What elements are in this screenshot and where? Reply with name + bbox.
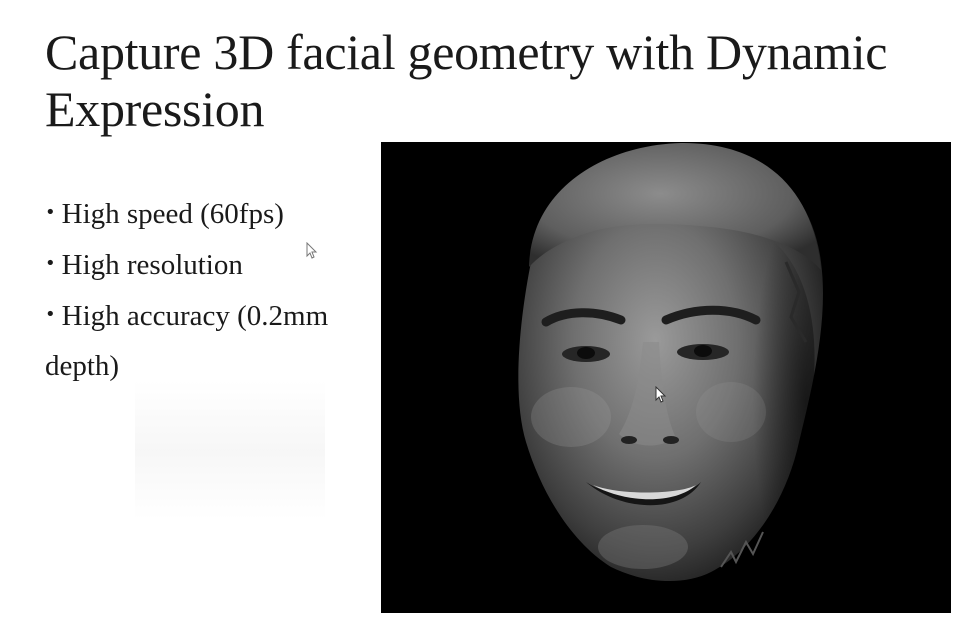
bullet-list: • High speed (60fps) • High resolution • Hi… [45,188,385,391]
bullet-text: High accuracy (0.2mm depth) [45,300,329,382]
mouse-pointer-icon [306,242,318,259]
mouse-pointer-icon [655,386,667,403]
slide-title: Capture 3D facial geometry with Dynamic … [45,24,888,137]
bullet-item: • High resolution [45,239,385,290]
background-smudge [135,380,325,520]
bullet-item: • High accuracy (0.2mm depth) [45,290,385,391]
bullet-dot-icon: • [45,253,56,274]
face-scan-render [518,142,823,582]
face-scan-image [381,142,951,613]
bullet-dot-icon: • [45,202,56,223]
bullet-item: • High speed (60fps) [45,188,385,239]
slide: Capture 3D facial geometry with Dynamic … [0,0,969,626]
bullet-text: High resolution [61,249,243,281]
bullet-text: High speed (60fps) [61,198,284,230]
bullet-dot-icon: • [45,304,56,325]
